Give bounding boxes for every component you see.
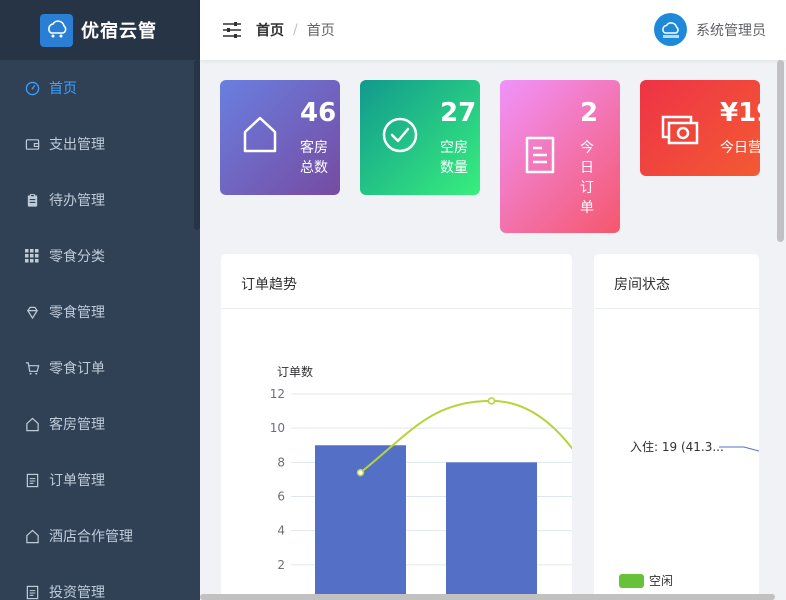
stat-value: ¥195 (720, 98, 760, 128)
cart-icon (24, 360, 40, 376)
pie-label-checked-in: 入住: 19 (41.3... (630, 440, 724, 454)
sidebar-item-snack-category[interactable]: 零食分类 (0, 228, 200, 284)
brand-logo (40, 13, 73, 47)
main-content: 46 客房总数 27 空房数量 2 今日订单 ¥195 今日营收 订单趋势 订单… (200, 60, 786, 600)
scrollbar-thumb[interactable] (200, 594, 775, 600)
stat-card-today-orders[interactable]: 2 今日订单 (500, 80, 620, 233)
sidebar-item-label: 零食分类 (49, 249, 105, 265)
sidebar-item-label: 酒店合作管理 (49, 529, 133, 545)
stat-label: 今日订单 (580, 140, 594, 216)
user-name: 系统管理员 (696, 22, 766, 39)
sidebar-item-hotel-cooperation[interactable]: 酒店合作管理 (0, 508, 200, 564)
sidebar-menu: 首页 支出管理 待办管理 零食分类 零食管理 零食订单 客房管理 订单管理 酒店… (0, 60, 200, 600)
diamond-icon (24, 304, 40, 320)
y-axis-label: 订单数 (277, 364, 313, 379)
sidebar-item-snack-orders[interactable]: 零食订单 (0, 340, 200, 396)
panel-title: 订单趋势 (221, 254, 572, 309)
sidebar-item-rooms[interactable]: 客房管理 (0, 396, 200, 452)
house-icon (240, 115, 280, 159)
sidebar-item-label: 投资管理 (49, 585, 105, 600)
avatar[interactable] (654, 13, 687, 46)
document-icon (520, 135, 560, 179)
dashboard-icon (24, 80, 40, 96)
house-icon (24, 416, 40, 432)
top-header: 首页 / 首页 系统管理员 (200, 0, 786, 60)
y-tick-label: 6 (277, 490, 285, 504)
room-status-panel: 房间状态 入住: 19 (41.3... 空闲 (594, 254, 759, 600)
check-circle-icon (380, 115, 420, 159)
sidebar-item-label: 首页 (49, 81, 77, 97)
sidebar-item-snack-manage[interactable]: 零食管理 (0, 284, 200, 340)
house-icon (24, 528, 40, 544)
order-trend-chart: 订单数 2 4 6 8 10 12 (270, 364, 572, 600)
stat-label: 空房数量 (440, 140, 468, 176)
user-menu[interactable]: 系统管理员 (654, 13, 766, 46)
y-tick-label: 2 (277, 558, 285, 572)
sidebar-item-label: 支出管理 (49, 137, 105, 153)
stat-card-total-rooms[interactable]: 46 客房总数 (220, 80, 340, 195)
sidebar-item-label: 客房管理 (49, 417, 105, 433)
y-tick-label: 8 (277, 455, 285, 469)
bar[interactable] (315, 445, 406, 600)
bar[interactable] (446, 462, 537, 600)
scrollbar-thumb[interactable] (777, 60, 784, 242)
sidebar-item-home[interactable]: 首页 (0, 60, 200, 116)
y-tick-label: 10 (270, 421, 285, 435)
sidebar-item-investment[interactable]: 投资管理 (0, 564, 200, 600)
document-icon (24, 584, 40, 600)
stat-value: 2 (580, 98, 599, 128)
stat-label: 客房总数 (300, 140, 328, 176)
logo-bar: 优宿云管 (0, 0, 200, 60)
legend-item[interactable]: 空闲 (649, 574, 673, 588)
grid-icon (24, 248, 40, 264)
pie-label-line (719, 446, 759, 452)
stat-value: 27 (440, 98, 477, 128)
sidebar-item-label: 待办管理 (49, 193, 105, 209)
page-horizontal-scrollbar[interactable] (200, 593, 786, 600)
sidebar-item-label: 零食订单 (49, 361, 105, 377)
breadcrumb-separator: / (293, 22, 298, 38)
sidebar-toggle-icon[interactable] (222, 20, 242, 40)
sidebar-item-expenses[interactable]: 支出管理 (0, 116, 200, 172)
room-status-pie-chart: 入住: 19 (41.3... 空闲 (619, 440, 759, 588)
y-tick-label: 12 (270, 387, 285, 401)
sidebar-item-todo[interactable]: 待办管理 (0, 172, 200, 228)
sidebar-item-label: 零食管理 (49, 305, 105, 321)
stat-value: 46 (300, 98, 337, 128)
brand-name: 优宿云管 (81, 21, 157, 42)
breadcrumb: 首页 / 首页 (256, 20, 335, 40)
sidebar: 优宿云管 首页 支出管理 待办管理 零食分类 零食管理 零食订单 客房管理 订单… (0, 0, 200, 600)
line-point[interactable] (487, 397, 496, 405)
stat-card-vacant-rooms[interactable]: 27 空房数量 (360, 80, 480, 195)
order-trend-panel: 订单趋势 订单数 2 4 6 8 10 12 (221, 254, 572, 600)
document-icon (24, 472, 40, 488)
line-point[interactable] (356, 468, 365, 477)
stat-label: 今日营收 (720, 140, 760, 156)
wallet-icon (24, 136, 40, 152)
clipboard-icon (24, 192, 40, 208)
breadcrumb-home-link[interactable]: 首页 (256, 20, 284, 40)
sidebar-item-orders[interactable]: 订单管理 (0, 452, 200, 508)
page-vertical-scrollbar[interactable] (777, 60, 784, 600)
legend-swatch[interactable] (619, 574, 644, 588)
money-icon (660, 110, 700, 154)
y-tick-label: 4 (277, 524, 285, 538)
breadcrumb-current: 首页 (306, 23, 335, 39)
stat-card-today-revenue[interactable]: ¥195 今日营收 (640, 80, 760, 176)
panel-title: 房间状态 (594, 254, 759, 309)
sidebar-item-label: 订单管理 (49, 473, 105, 489)
